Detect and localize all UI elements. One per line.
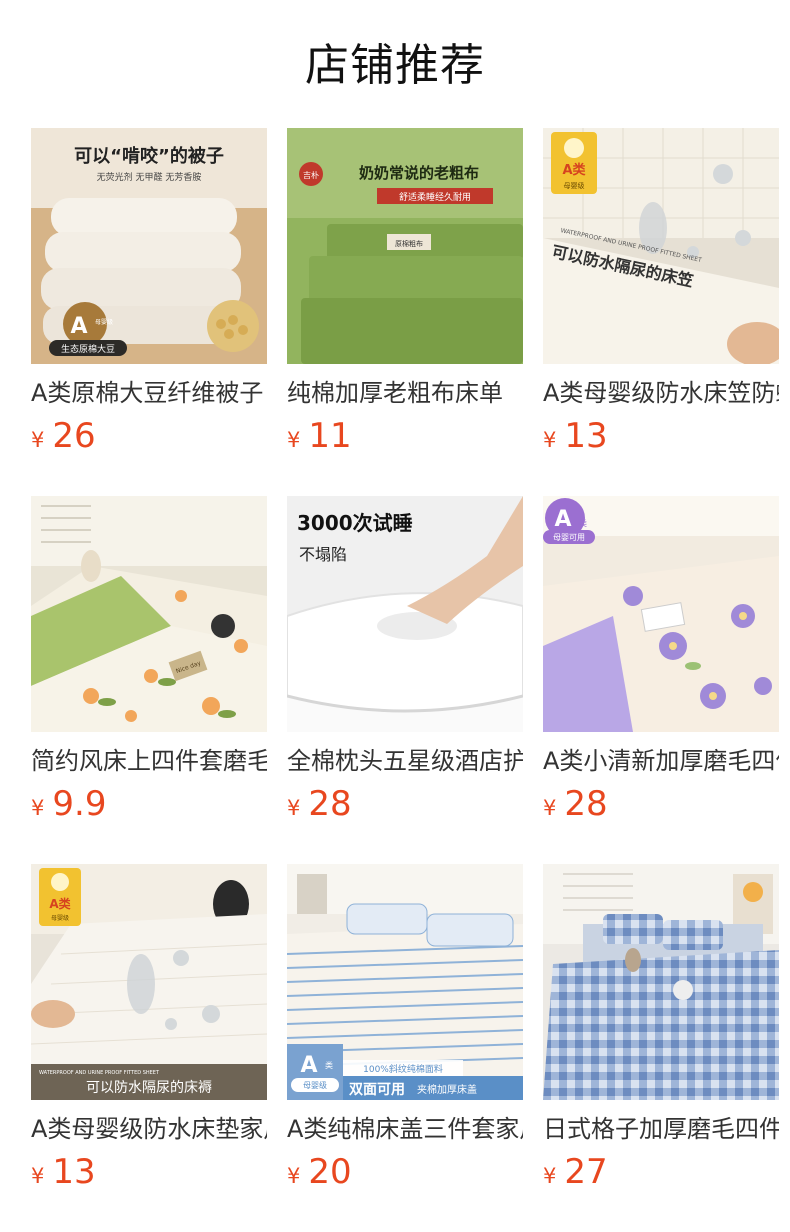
product-card[interactable]: 吉朴 奶奶常说的老粗布 舒适柔睡经久耐用 原棉粗布 纯棉加厚老粗布床单 ¥11 — [287, 128, 523, 464]
badge-small: 类 — [579, 518, 587, 528]
price-value: 26 — [52, 416, 96, 456]
product-card[interactable]: A类 母婴级 WATERPROOF AND URINE PROOF FITTED… — [543, 128, 779, 464]
product-image[interactable]: 可以“啃咬”的被子 无荧光剂 无甲醛 无芳香胺 A 母婴级 生态原棉大豆 — [31, 128, 267, 364]
product-name[interactable]: A类母婴级防水床垫家用 — [31, 1112, 267, 1146]
product-name[interactable]: A类小清新加厚磨毛四件套 — [543, 744, 779, 778]
product-name[interactable]: A类母婴级防水床笠防螨 — [543, 376, 779, 410]
caption-a: 双面可用 — [349, 1082, 405, 1098]
price-value: 11 — [308, 416, 352, 456]
product-name[interactable]: A类纯棉床盖三件套家用 — [287, 1112, 523, 1146]
image-subline: 无荧光剂 无甲醛 无芳香胺 — [97, 171, 202, 183]
badge-sub: 母婴级 — [95, 318, 113, 326]
badge-letter: A类 — [562, 162, 586, 178]
product-name[interactable]: 纯棉加厚老粗布床单 — [287, 376, 523, 410]
cloth-label: 原棉粗布 — [395, 239, 423, 248]
product-card[interactable]: 日式格子加厚磨毛四件套 ¥27 — [543, 864, 779, 1200]
image-note: 100%斜纹纯棉面料 — [363, 1063, 443, 1075]
currency-symbol: ¥ — [31, 428, 45, 452]
price-value: 20 — [308, 1152, 352, 1192]
image-headline: 3000次试睡 — [297, 511, 413, 535]
image-strip: WATERPROOF AND URINE PROOF FITTED SHEET — [39, 1070, 160, 1076]
product-image[interactable]: 3000次试睡 不塌陷 — [287, 496, 523, 732]
product-name[interactable]: 简约风床上四件套磨毛 — [31, 744, 267, 778]
coarse-cloth-image: 吉朴 奶奶常说的老粗布 舒适柔睡经久耐用 原棉粗布 — [287, 128, 523, 364]
product-card[interactable]: 可以“啃咬”的被子 无荧光剂 无甲醛 无芳香胺 A 母婴级 生态原棉大豆 A类原… — [31, 128, 267, 464]
caption-b: 夹棉加厚床盖 — [417, 1083, 477, 1096]
badge-sub: 母婴可用 — [553, 533, 585, 542]
badge-sub: 母婴级 — [303, 1080, 327, 1090]
price-value: 28 — [564, 784, 608, 824]
product-image[interactable]: Nice day — [31, 496, 267, 732]
bedspread-image: A 类 母婴级 100%斜纹纯棉面料 双面可用 夹棉加厚床盖 — [287, 864, 523, 1100]
currency-symbol: ¥ — [543, 1164, 557, 1188]
price-value: 28 — [308, 784, 352, 824]
currency-symbol: ¥ — [31, 1164, 45, 1188]
product-name[interactable]: A类原棉大豆纤维被子 — [31, 376, 267, 410]
badge-letter: A — [70, 314, 87, 339]
pillow-image: 3000次试睡 不塌陷 — [287, 496, 523, 732]
currency-symbol: ¥ — [543, 796, 557, 820]
product-price: ¥13 — [31, 1150, 267, 1200]
image-caption: 可以防水隔尿的床褥 — [86, 1079, 212, 1096]
currency-symbol: ¥ — [287, 796, 301, 820]
product-price: ¥27 — [543, 1150, 779, 1200]
product-name[interactable]: 全棉枕头五星级酒店护颈 — [287, 744, 523, 778]
badge-sub: 母婴级 — [564, 181, 585, 190]
product-price: ¥26 — [31, 414, 267, 464]
product-price: ¥9.9 — [31, 782, 267, 832]
product-image[interactable]: 吉朴 奶奶常说的老粗布 舒适柔睡经久耐用 原棉粗布 — [287, 128, 523, 364]
product-image[interactable]: A 类 母婴可用 — [543, 496, 779, 732]
image-headline: 可以“啃咬”的被子 — [74, 145, 224, 167]
price-value: 13 — [52, 1152, 96, 1192]
gingham-image — [543, 864, 779, 1100]
badge-letter: A类 — [49, 896, 71, 911]
floral-set-image: Nice day — [31, 496, 267, 732]
price-value: 13 — [564, 416, 608, 456]
currency-symbol: ¥ — [287, 428, 301, 452]
product-image[interactable]: A类 母婴级 WATERPROOF AND URINE PROOF FITTED… — [543, 128, 779, 364]
waterproof-pad-image: A类 母婴级 WATERPROOF AND URINE PROOF FITTED… — [31, 864, 267, 1100]
product-price: ¥13 — [543, 414, 779, 464]
soybean-quilt-image: 可以“啃咬”的被子 无荧光剂 无甲醛 无芳香胺 A 母婴级 生态原棉大豆 — [31, 128, 267, 364]
product-image[interactable] — [543, 864, 779, 1100]
image-headline: 奶奶常说的老粗布 — [359, 164, 479, 182]
product-price: ¥28 — [543, 782, 779, 832]
waterproof-fitted-image: A类 母婴级 WATERPROOF AND URINE PROOF FITTED… — [543, 128, 779, 364]
price-value: 9.9 — [52, 784, 107, 824]
product-card[interactable]: A 类 母婴级 100%斜纹纯棉面料 双面可用 夹棉加厚床盖 A类纯棉床盖三件套… — [287, 864, 523, 1200]
purple-floral-image: A 类 母婴可用 — [543, 496, 779, 732]
image-subline: 不塌陷 — [299, 545, 347, 564]
product-name[interactable]: 日式格子加厚磨毛四件套 — [543, 1112, 779, 1146]
price-value: 27 — [564, 1152, 608, 1192]
currency-symbol: ¥ — [287, 1164, 301, 1188]
currency-symbol: ¥ — [31, 796, 45, 820]
currency-symbol: ¥ — [543, 428, 557, 452]
seal-text: 吉朴 — [303, 170, 319, 180]
product-card[interactable]: A 类 母婴可用 A类小清新加厚磨毛四件套 ¥28 — [543, 496, 779, 832]
product-grid: 可以“啃咬”的被子 无荧光剂 无甲醛 无芳香胺 A 母婴级 生态原棉大豆 A类原… — [0, 0, 790, 1232]
product-price: ¥28 — [287, 782, 523, 832]
product-image[interactable]: A类 母婴级 WATERPROOF AND URINE PROOF FITTED… — [31, 864, 267, 1100]
product-price: ¥20 — [287, 1150, 523, 1200]
badge-small: 类 — [325, 1060, 333, 1070]
product-card[interactable]: 3000次试睡 不塌陷 全棉枕头五星级酒店护颈 ¥28 — [287, 496, 523, 832]
badge-letter: A — [300, 1053, 317, 1078]
image-subline: 舒适柔睡经久耐用 — [399, 191, 471, 203]
product-card[interactable]: A类 母婴级 WATERPROOF AND URINE PROOF FITTED… — [31, 864, 267, 1200]
badge-letter: A — [554, 507, 571, 532]
image-tag: 生态原棉大豆 — [61, 343, 115, 355]
badge-sub: 母婴级 — [51, 914, 69, 922]
product-card[interactable]: Nice day 简约风床上四件套磨毛 ¥9.9 — [31, 496, 267, 832]
product-price: ¥11 — [287, 414, 523, 464]
product-image[interactable]: A 类 母婴级 100%斜纹纯棉面料 双面可用 夹棉加厚床盖 — [287, 864, 523, 1100]
